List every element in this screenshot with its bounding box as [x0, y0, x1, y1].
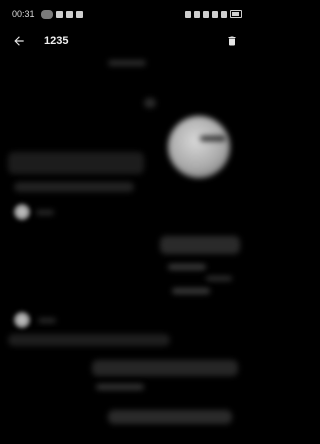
app-bar: 1235	[0, 28, 250, 54]
blurred-message	[108, 410, 232, 424]
trash-icon	[228, 36, 236, 46]
blurred-message	[14, 182, 134, 192]
blurred-message	[92, 360, 238, 376]
status-icons-left	[40, 9, 83, 19]
blurred-text	[108, 60, 146, 66]
conversation-title: 1235	[44, 35, 69, 47]
alarm-icon	[185, 10, 191, 18]
signal-icon	[221, 10, 227, 18]
blurred-text	[36, 210, 54, 215]
mail-icon	[75, 10, 83, 18]
back-button[interactable]	[10, 32, 28, 50]
blurred-text	[206, 276, 232, 281]
status-icons-right	[185, 10, 242, 18]
blurred-message	[8, 152, 144, 174]
sender-avatar	[14, 204, 30, 220]
message-thread[interactable]	[0, 54, 250, 444]
sender-avatar	[14, 312, 30, 328]
image-icon	[55, 10, 63, 18]
wifi-icon	[212, 10, 218, 18]
blurred-text	[38, 318, 56, 323]
headset-icon	[194, 10, 200, 18]
blurred-message	[160, 236, 240, 254]
blurred-message	[8, 334, 170, 346]
contact-avatar	[168, 116, 230, 178]
status-bar: 00:31	[0, 0, 250, 28]
battery-icon	[230, 10, 242, 18]
blurred-text	[144, 98, 156, 108]
vibrate-icon	[203, 10, 209, 18]
blurred-text	[96, 384, 144, 390]
download-icon	[40, 9, 53, 19]
status-time: 00:31	[12, 9, 35, 19]
arrow-left-icon	[14, 36, 24, 46]
delete-button[interactable]	[224, 33, 240, 49]
media-icon	[65, 10, 73, 18]
blurred-text	[172, 288, 210, 294]
blurred-text	[200, 136, 226, 141]
blurred-text	[168, 264, 206, 270]
